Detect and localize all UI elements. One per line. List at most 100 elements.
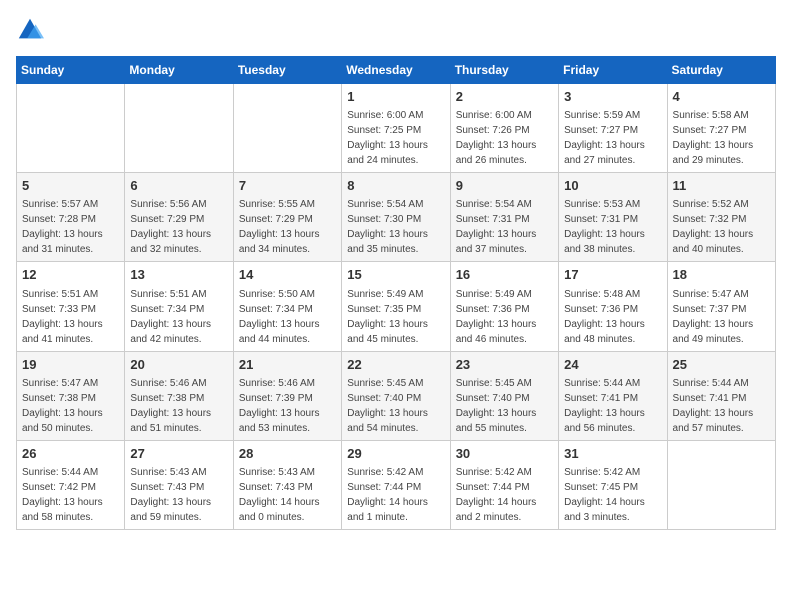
day-info: Sunrise: 5:59 AMSunset: 7:27 PMDaylight:… [564,110,645,166]
calendar-cell: 8 Sunrise: 5:54 AMSunset: 7:30 PMDayligh… [342,173,450,262]
day-number: 2 [456,88,553,106]
calendar-cell: 25 Sunrise: 5:44 AMSunset: 7:41 PMDaylig… [667,351,775,440]
weekday-header-friday: Friday [559,57,667,84]
day-number: 31 [564,445,661,463]
day-info: Sunrise: 5:51 AMSunset: 7:34 PMDaylight:… [130,289,211,345]
day-number: 4 [673,88,770,106]
day-info: Sunrise: 5:55 AMSunset: 7:29 PMDaylight:… [239,199,320,255]
day-info: Sunrise: 6:00 AMSunset: 7:26 PMDaylight:… [456,110,537,166]
calendar-cell: 3 Sunrise: 5:59 AMSunset: 7:27 PMDayligh… [559,84,667,173]
weekday-header-monday: Monday [125,57,233,84]
calendar-cell: 22 Sunrise: 5:45 AMSunset: 7:40 PMDaylig… [342,351,450,440]
calendar-cell [17,84,125,173]
day-number: 18 [673,266,770,284]
calendar-cell: 19 Sunrise: 5:47 AMSunset: 7:38 PMDaylig… [17,351,125,440]
day-info: Sunrise: 6:00 AMSunset: 7:25 PMDaylight:… [347,110,428,166]
day-info: Sunrise: 5:50 AMSunset: 7:34 PMDaylight:… [239,289,320,345]
day-number: 29 [347,445,444,463]
calendar-cell [233,84,341,173]
calendar-cell: 5 Sunrise: 5:57 AMSunset: 7:28 PMDayligh… [17,173,125,262]
day-number: 13 [130,266,227,284]
day-info: Sunrise: 5:51 AMSunset: 7:33 PMDaylight:… [22,289,103,345]
day-info: Sunrise: 5:42 AMSunset: 7:45 PMDaylight:… [564,467,645,523]
calendar-cell: 1 Sunrise: 6:00 AMSunset: 7:25 PMDayligh… [342,84,450,173]
calendar-cell: 23 Sunrise: 5:45 AMSunset: 7:40 PMDaylig… [450,351,558,440]
day-number: 6 [130,177,227,195]
day-info: Sunrise: 5:44 AMSunset: 7:41 PMDaylight:… [564,378,645,434]
day-number: 14 [239,266,336,284]
weekday-header-tuesday: Tuesday [233,57,341,84]
day-info: Sunrise: 5:49 AMSunset: 7:35 PMDaylight:… [347,289,428,345]
day-number: 7 [239,177,336,195]
calendar-cell: 2 Sunrise: 6:00 AMSunset: 7:26 PMDayligh… [450,84,558,173]
day-info: Sunrise: 5:42 AMSunset: 7:44 PMDaylight:… [347,467,428,523]
logo-icon [16,16,44,44]
day-info: Sunrise: 5:47 AMSunset: 7:38 PMDaylight:… [22,378,103,434]
calendar-cell: 16 Sunrise: 5:49 AMSunset: 7:36 PMDaylig… [450,262,558,351]
calendar-cell: 31 Sunrise: 5:42 AMSunset: 7:45 PMDaylig… [559,440,667,529]
day-info: Sunrise: 5:54 AMSunset: 7:31 PMDaylight:… [456,199,537,255]
calendar-table: SundayMondayTuesdayWednesdayThursdayFrid… [16,56,776,530]
calendar-cell: 20 Sunrise: 5:46 AMSunset: 7:38 PMDaylig… [125,351,233,440]
day-info: Sunrise: 5:47 AMSunset: 7:37 PMDaylight:… [673,289,754,345]
weekday-header-sunday: Sunday [17,57,125,84]
day-number: 26 [22,445,119,463]
calendar-cell [667,440,775,529]
day-info: Sunrise: 5:43 AMSunset: 7:43 PMDaylight:… [239,467,320,523]
calendar-cell: 12 Sunrise: 5:51 AMSunset: 7:33 PMDaylig… [17,262,125,351]
day-info: Sunrise: 5:42 AMSunset: 7:44 PMDaylight:… [456,467,537,523]
day-number: 20 [130,356,227,374]
calendar-cell: 10 Sunrise: 5:53 AMSunset: 7:31 PMDaylig… [559,173,667,262]
day-info: Sunrise: 5:54 AMSunset: 7:30 PMDaylight:… [347,199,428,255]
day-number: 28 [239,445,336,463]
day-info: Sunrise: 5:52 AMSunset: 7:32 PMDaylight:… [673,199,754,255]
calendar-cell: 15 Sunrise: 5:49 AMSunset: 7:35 PMDaylig… [342,262,450,351]
calendar-cell: 18 Sunrise: 5:47 AMSunset: 7:37 PMDaylig… [667,262,775,351]
day-info: Sunrise: 5:45 AMSunset: 7:40 PMDaylight:… [347,378,428,434]
weekday-header-wednesday: Wednesday [342,57,450,84]
day-number: 22 [347,356,444,374]
day-number: 16 [456,266,553,284]
calendar-cell: 29 Sunrise: 5:42 AMSunset: 7:44 PMDaylig… [342,440,450,529]
day-info: Sunrise: 5:56 AMSunset: 7:29 PMDaylight:… [130,199,211,255]
day-info: Sunrise: 5:44 AMSunset: 7:42 PMDaylight:… [22,467,103,523]
weekday-header-thursday: Thursday [450,57,558,84]
day-number: 15 [347,266,444,284]
calendar-cell: 9 Sunrise: 5:54 AMSunset: 7:31 PMDayligh… [450,173,558,262]
day-number: 27 [130,445,227,463]
day-number: 3 [564,88,661,106]
calendar-cell: 6 Sunrise: 5:56 AMSunset: 7:29 PMDayligh… [125,173,233,262]
weekday-header-saturday: Saturday [667,57,775,84]
day-info: Sunrise: 5:45 AMSunset: 7:40 PMDaylight:… [456,378,537,434]
day-number: 24 [564,356,661,374]
day-info: Sunrise: 5:46 AMSunset: 7:38 PMDaylight:… [130,378,211,434]
day-number: 17 [564,266,661,284]
calendar-cell: 26 Sunrise: 5:44 AMSunset: 7:42 PMDaylig… [17,440,125,529]
day-number: 8 [347,177,444,195]
day-number: 12 [22,266,119,284]
day-info: Sunrise: 5:46 AMSunset: 7:39 PMDaylight:… [239,378,320,434]
calendar-cell: 28 Sunrise: 5:43 AMSunset: 7:43 PMDaylig… [233,440,341,529]
day-number: 5 [22,177,119,195]
logo [16,16,48,44]
day-number: 11 [673,177,770,195]
calendar-cell: 13 Sunrise: 5:51 AMSunset: 7:34 PMDaylig… [125,262,233,351]
calendar-cell: 14 Sunrise: 5:50 AMSunset: 7:34 PMDaylig… [233,262,341,351]
calendar-cell: 17 Sunrise: 5:48 AMSunset: 7:36 PMDaylig… [559,262,667,351]
day-info: Sunrise: 5:53 AMSunset: 7:31 PMDaylight:… [564,199,645,255]
page-header [16,16,776,44]
calendar-cell: 30 Sunrise: 5:42 AMSunset: 7:44 PMDaylig… [450,440,558,529]
day-info: Sunrise: 5:44 AMSunset: 7:41 PMDaylight:… [673,378,754,434]
calendar-cell: 21 Sunrise: 5:46 AMSunset: 7:39 PMDaylig… [233,351,341,440]
calendar-cell: 27 Sunrise: 5:43 AMSunset: 7:43 PMDaylig… [125,440,233,529]
day-number: 21 [239,356,336,374]
day-info: Sunrise: 5:49 AMSunset: 7:36 PMDaylight:… [456,289,537,345]
calendar-cell: 7 Sunrise: 5:55 AMSunset: 7:29 PMDayligh… [233,173,341,262]
day-info: Sunrise: 5:43 AMSunset: 7:43 PMDaylight:… [130,467,211,523]
day-number: 9 [456,177,553,195]
day-number: 10 [564,177,661,195]
day-info: Sunrise: 5:58 AMSunset: 7:27 PMDaylight:… [673,110,754,166]
day-info: Sunrise: 5:48 AMSunset: 7:36 PMDaylight:… [564,289,645,345]
calendar-cell: 4 Sunrise: 5:58 AMSunset: 7:27 PMDayligh… [667,84,775,173]
day-number: 25 [673,356,770,374]
